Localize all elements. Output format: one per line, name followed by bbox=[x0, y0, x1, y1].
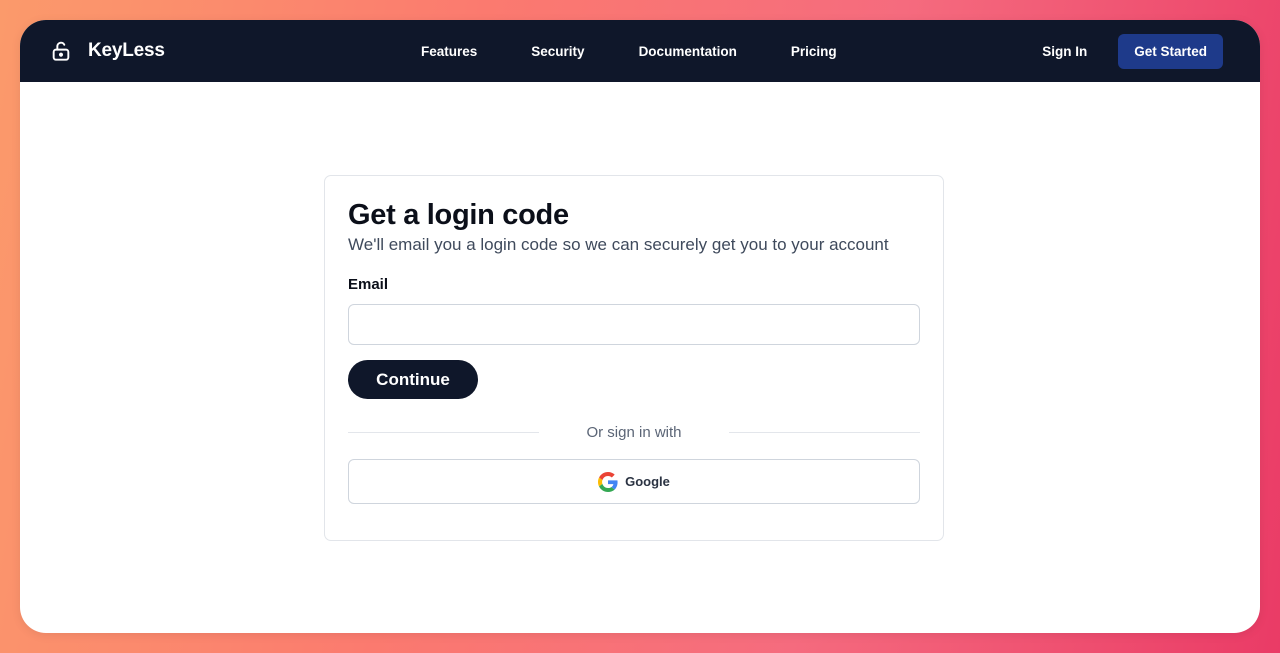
divider-line-right bbox=[729, 432, 920, 433]
email-label: Email bbox=[348, 276, 389, 293]
app-window: KeyLess Features Security Documentation … bbox=[20, 20, 1260, 633]
page-title: Get a login code bbox=[348, 199, 569, 231]
brand[interactable]: KeyLess bbox=[50, 40, 165, 62]
divider-text: Or sign in with bbox=[586, 424, 682, 441]
nav-link-security[interactable]: Security bbox=[531, 44, 584, 59]
google-icon bbox=[598, 471, 618, 492]
page-subtitle: We'll email you a login code so we can s… bbox=[348, 235, 889, 254]
login-card: Get a login code We'll email you a login… bbox=[324, 175, 944, 541]
continue-button[interactable]: Continue bbox=[348, 360, 478, 399]
sign-in-link[interactable]: Sign In bbox=[1042, 44, 1087, 59]
nav-link-documentation[interactable]: Documentation bbox=[639, 44, 737, 59]
google-sign-in-button[interactable]: Google bbox=[348, 459, 920, 504]
top-navbar: KeyLess Features Security Documentation … bbox=[20, 20, 1260, 82]
divider: Or sign in with bbox=[348, 424, 920, 441]
nav-actions: Sign In Get Started bbox=[1042, 20, 1223, 82]
unlock-icon bbox=[50, 40, 72, 62]
email-field[interactable] bbox=[348, 304, 920, 345]
main-nav: Features Security Documentation Pricing bbox=[421, 20, 837, 82]
google-button-label: Google bbox=[625, 474, 670, 489]
nav-link-features[interactable]: Features bbox=[421, 44, 477, 59]
brand-name: KeyLess bbox=[88, 40, 165, 61]
nav-link-pricing[interactable]: Pricing bbox=[791, 44, 837, 59]
get-started-button[interactable]: Get Started bbox=[1118, 33, 1223, 69]
divider-line-left bbox=[348, 432, 539, 433]
